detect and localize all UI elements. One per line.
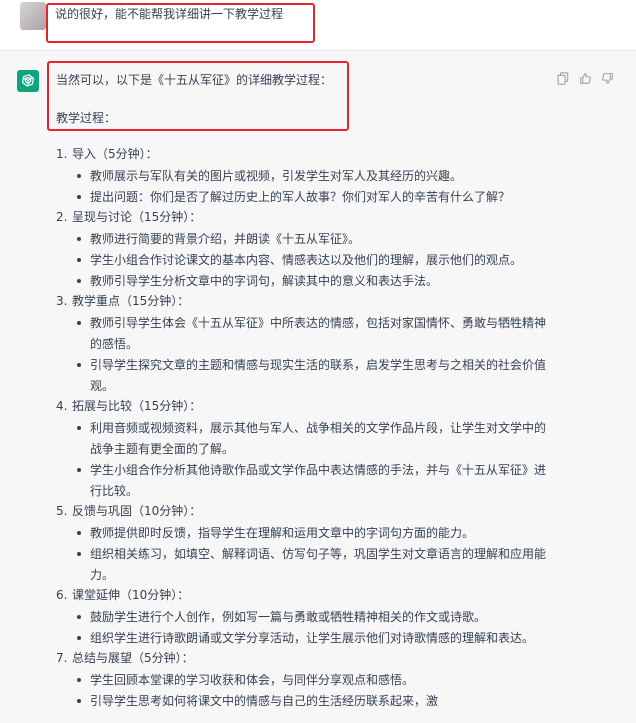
copy-button[interactable] — [556, 71, 570, 85]
step-title: 拓展与比较（15分钟）： — [72, 399, 202, 413]
bullet-item: 教师提供即时反馈，指导学生在理解和运用文章中的字词句方面的能力。 — [56, 523, 550, 544]
bullet-dot-icon — [77, 321, 81, 325]
bullet-item: 学生回顾本堂课的学习收获和体会，与同伴分享观点和感悟。 — [56, 670, 550, 691]
bullet-item: 组织相关练习，如填空、解释词语、仿写句子等，巩固学生对文章语言的理解和应用能力。 — [56, 544, 550, 586]
openai-logo-icon — [21, 74, 35, 87]
bullet-item: 教师引导学生体会《十五从军征》中所表达的情感，包括对家国情怀、勇敢与牺牲精神的感… — [56, 313, 550, 355]
bullet-dot-icon — [77, 237, 81, 241]
bullet-text: 学生小组合作分析其他诗歌作品或文学作品中表达情感的手法，并与《十五从军征》进行比… — [90, 463, 547, 498]
bullet-item: 教师引导学生分析文章中的字词句，解读其中的意义和表达手法。 — [56, 271, 550, 292]
step-heading: 1. 导入（5分钟）： — [56, 145, 556, 166]
step-number: 2. — [56, 210, 68, 224]
bullet-text: 学生回顾本堂课的学习收获和体会，与同伴分享观点和感悟。 — [90, 673, 415, 687]
bullet-text: 利用音频或视频资料，展示其他与军人、战争相关的文学作品片段，让学生对文学中的战争… — [90, 421, 547, 456]
bullet-text: 教师引导学生体会《十五从军征》中所表达的情感，包括对家国情怀、勇敢与牺牲精神的感… — [90, 316, 547, 351]
step-item: 2. 呈现与讨论（15分钟）： 教师进行简要的背景介绍，并朗读《十五从军征》。学生小… — [56, 208, 556, 292]
step-item: 4. 拓展与比较（15分钟）： 利用音频或视频资料，展示其他与军人、战争相关的文学作… — [56, 397, 556, 502]
step-item: 3. 教学重点（15分钟）： 教师引导学生体会《十五从军征》中所表达的情感，包括对家… — [56, 292, 556, 397]
step-number: 6. — [56, 588, 68, 602]
step-heading: 5. 反馈与巩固（10分钟）： — [56, 502, 556, 523]
step-number: 4. — [56, 399, 68, 413]
step-heading: 6. 课堂延伸（10分钟）： — [56, 586, 556, 607]
assistant-avatar — [17, 70, 39, 92]
step-item: 5. 反馈与巩固（10分钟）： 教师提供即时反馈，指导学生在理解和运用文章中的字词句… — [56, 502, 556, 586]
bullet-item: 鼓励学生进行个人创作，例如写一篇与勇敢或牺牲精神相关的作文或诗歌。 — [56, 607, 550, 628]
step-title: 课堂延伸（10分钟）： — [72, 588, 190, 602]
step-number: 1. — [56, 147, 68, 161]
annotation-highlight-box — [46, 3, 315, 43]
bullet-item: 利用音频或视频资料，展示其他与军人、战争相关的文学作品片段，让学生对文学中的战争… — [56, 418, 550, 460]
bullet-text: 教师进行简要的背景介绍，并朗读《十五从军征》。 — [90, 232, 361, 246]
step-number: 3. — [56, 294, 68, 308]
assistant-intro-text: 当然可以，以下是《十五从军征》的详细教学过程： — [56, 73, 333, 87]
bullet-item: 教师进行简要的背景介绍，并朗读《十五从军征》。 — [56, 229, 550, 250]
step-title: 呈现与讨论（15分钟）： — [72, 210, 202, 224]
bullet-text: 引导学生思考如何将课文中的情感与自己的生活经历联系起来，激 — [90, 694, 439, 708]
bullet-item: 组织学生进行诗歌朗诵或文学分享活动，让学生展示他们对诗歌情感的理解和表达。 — [56, 628, 550, 649]
bullet-dot-icon — [77, 531, 81, 535]
steps-list: 1. 导入（5分钟）： 教师展示与军队有关的图片或视频，引发学生对军人及其经历的兴趣… — [56, 145, 556, 712]
step-number: 7. — [56, 651, 68, 665]
step-item: 7. 总结与展望（5分钟）： 学生回顾本堂课的学习收获和体会，与同伴分享观点和感悟。… — [56, 649, 556, 712]
bullet-item: 学生小组合作分析其他诗歌作品或文学作品中表达情感的手法，并与《十五从军征》进行比… — [56, 460, 550, 502]
bullet-text: 提出问题：你们是否了解过历史上的军人故事？你们对军人的辛苦有什么了解？ — [90, 190, 511, 204]
bullet-item: 引导学生探究文章的主题和情感与现实生活的联系，启发学生思考与之相关的社会价值观。 — [56, 355, 550, 397]
bullet-text: 组织相关练习，如填空、解释词语、仿写句子等，巩固学生对文章语言的理解和应用能力。 — [90, 547, 547, 582]
chat-page: 说的很好，能不能帮我详细讲一下教学过程 当然可以，以下是《十五从军征》的详细教学… — [0, 0, 636, 723]
step-item: 1. 导入（5分钟）： 教师展示与军队有关的图片或视频，引发学生对军人及其经历的兴趣… — [56, 145, 556, 208]
bullet-dot-icon — [77, 426, 81, 430]
bullet-dot-icon — [77, 195, 81, 199]
bullet-dot-icon — [77, 636, 81, 640]
step-heading: 2. 呈现与讨论（15分钟）： — [56, 208, 556, 229]
dislike-button[interactable] — [600, 71, 614, 85]
step-title: 总结与展望（5分钟）： — [72, 651, 194, 665]
thumbs-down-icon — [601, 72, 613, 84]
bullet-dot-icon — [77, 678, 81, 682]
step-title: 教学重点（15分钟）： — [72, 294, 190, 308]
bullet-item: 学生小组合作讨论课文的基本内容、情感表达以及他们的理解，展示他们的观点。 — [56, 250, 550, 271]
bullet-dot-icon — [77, 363, 81, 367]
bullet-dot-icon — [77, 258, 81, 262]
like-button[interactable] — [578, 71, 592, 85]
bullet-dot-icon — [77, 174, 81, 178]
step-heading: 3. 教学重点（15分钟）： — [56, 292, 556, 313]
bullet-dot-icon — [77, 279, 81, 283]
step-heading: 7. 总结与展望（5分钟）： — [56, 649, 556, 670]
step-heading: 4. 拓展与比较（15分钟）： — [56, 397, 556, 418]
bullet-text: 教师引导学生分析文章中的字词句，解读其中的意义和表达手法。 — [90, 274, 439, 288]
bullet-text: 教师提供即时反馈，指导学生在理解和运用文章中的字词句方面的能力。 — [90, 526, 475, 540]
bullet-item: 教师展示与军队有关的图片或视频，引发学生对军人及其经历的兴趣。 — [56, 166, 550, 187]
step-number: 5. — [56, 504, 68, 518]
bullet-dot-icon — [77, 468, 81, 472]
step-title: 导入（5分钟）： — [72, 147, 158, 161]
bullet-text: 鼓励学生进行个人创作，例如写一篇与勇敢或牺牲精神相关的作文或诗歌。 — [90, 610, 487, 624]
step-item: 6. 课堂延伸（10分钟）： 鼓励学生进行个人创作，例如写一篇与勇敢或牺牲精神相关的… — [56, 586, 556, 649]
bullet-item: 提出问题：你们是否了解过历史上的军人故事？你们对军人的辛苦有什么了解？ — [56, 187, 550, 208]
message-actions — [556, 71, 614, 85]
bullet-text: 教师展示与军队有关的图片或视频，引发学生对军人及其经历的兴趣。 — [90, 169, 463, 183]
section-title: 教学过程： — [56, 111, 117, 125]
assistant-message-row: 当然可以，以下是《十五从军征》的详细教学过程： 教学过程： 1. 导入（5分钟）： — [0, 51, 636, 723]
thumbs-up-icon — [579, 72, 591, 84]
bullet-text: 学生小组合作讨论课文的基本内容、情感表达以及他们的理解，展示他们的观点。 — [90, 253, 523, 267]
user-message-row: 说的很好，能不能帮我详细讲一下教学过程 — [0, 0, 636, 51]
step-title: 反馈与巩固（10分钟）： — [72, 504, 202, 518]
bullet-text: 组织学生进行诗歌朗诵或文学分享活动，让学生展示他们对诗歌情感的理解和表达。 — [90, 631, 535, 645]
bullet-dot-icon — [77, 552, 81, 556]
user-avatar — [20, 2, 46, 30]
bullet-text: 引导学生探究文章的主题和情感与现实生活的联系，启发学生思考与之相关的社会价值观。 — [90, 358, 547, 393]
copy-icon — [557, 71, 569, 85]
bullet-dot-icon — [77, 615, 81, 619]
bullet-item: 引导学生思考如何将课文中的情感与自己的生活经历联系起来，激 — [56, 691, 550, 712]
bullet-dot-icon — [77, 699, 81, 703]
